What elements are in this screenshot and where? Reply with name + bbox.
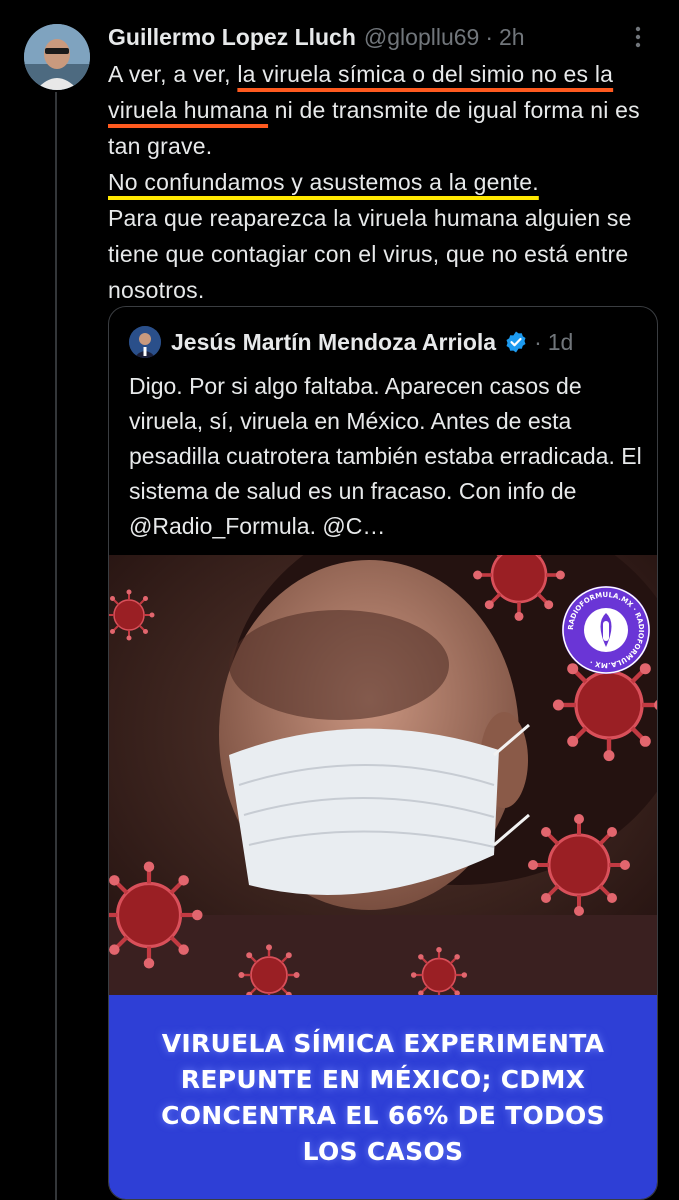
tweet-paragraph-1: A ver, a ver, la viruela símica o del si… — [108, 56, 664, 164]
text-plain: A ver, a ver, — [108, 61, 238, 87]
thread-line — [55, 92, 57, 1200]
quoted-author-avatar — [129, 326, 161, 358]
text-highlight-yellow: No confundamos y asustemos a la gente. — [108, 169, 539, 195]
author-name[interactable]: Guillermo Lopez Lluch — [108, 24, 356, 51]
quoted-tweet-text: Digo. Por si algo faltaba. Aparecen caso… — [129, 373, 642, 539]
news-headline: VIRUELA SÍMICA EXPERIMENTA REPUNTE EN MÉ… — [161, 1029, 605, 1166]
quoted-author-name: Jesús Martín Mendoza Arriola — [171, 328, 497, 355]
more-options-icon[interactable] — [621, 20, 655, 54]
tweet-paragraph-2: No confundamos y asustemos a la gente. — [108, 164, 664, 200]
author-handle[interactable]: @glopllu69 — [364, 24, 479, 51]
separator-dot: · — [534, 328, 542, 355]
verified-badge-icon — [504, 330, 528, 354]
quoted-tweet-timestamp: 1d — [547, 328, 574, 355]
tweet-text: A ver, a ver, la viruela símica o del si… — [108, 56, 664, 308]
quoted-tweet-card[interactable]: Jesús Martín Mendoza Arriola · 1d Digo. … — [108, 306, 658, 1200]
quoted-tweet-header: Jesús Martín Mendoza Arriola · 1d — [129, 325, 641, 359]
author-avatar[interactable] — [24, 24, 90, 90]
tweet-header: Guillermo Lopez Lluch @glopllu69 · 2h — [108, 20, 659, 54]
quoted-tweet-media[interactable]: RADIOFORMULA.MX · RADIOFORMULA.MX · VIRU… — [109, 555, 657, 1199]
tweet-timestamp[interactable]: 2h — [499, 24, 525, 51]
news-headline-banner: VIRUELA SÍMICA EXPERIMENTA REPUNTE EN MÉ… — [109, 995, 657, 1199]
separator-dot: · — [485, 23, 494, 50]
tweet-paragraph-3: Para que reaparezca la viruela humana al… — [108, 205, 632, 303]
radioformula-logo: RADIOFORMULA.MX · RADIOFORMULA.MX · — [561, 585, 651, 675]
